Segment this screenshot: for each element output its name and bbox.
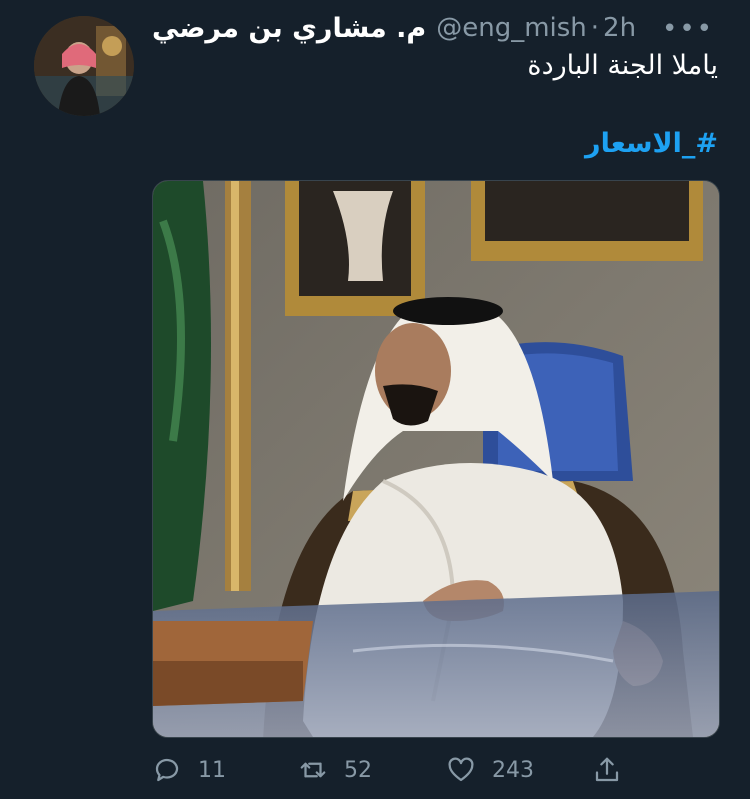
reply-button[interactable]: 11 [152, 748, 226, 792]
reply-count: 11 [198, 757, 226, 783]
like-count: 243 [492, 757, 534, 783]
retweet-count: 52 [344, 757, 372, 783]
author-handle[interactable]: @eng_mish [436, 13, 587, 43]
author-avatar[interactable] [34, 16, 134, 116]
share-icon [595, 757, 619, 782]
hashtag-link[interactable]: #_الاسعار [585, 128, 718, 159]
tweet-photo[interactable] [152, 180, 720, 738]
tweet-time[interactable]: 2h [603, 13, 636, 43]
tweet-header: م. مشاري بن مرضي @eng_mish · 2h [152, 8, 712, 48]
share-button[interactable] [592, 748, 638, 792]
separator-dot: · [590, 13, 600, 43]
tweet-text: ياملا الجنة الباردة [527, 50, 718, 81]
author-name[interactable]: م. مشاري بن مرضي [152, 13, 426, 44]
heart-icon [448, 757, 474, 782]
avatar-image [34, 16, 134, 116]
retweet-button[interactable]: 52 [298, 748, 372, 792]
tweet-actions: 11 52 243 [152, 748, 652, 792]
more-horizontal-icon: ••• [661, 14, 714, 44]
reply-icon [155, 758, 179, 782]
more-options-button[interactable]: ••• [662, 14, 714, 44]
photo-image [153, 181, 719, 737]
retweet-icon [300, 762, 326, 778]
like-button[interactable]: 243 [446, 748, 534, 792]
